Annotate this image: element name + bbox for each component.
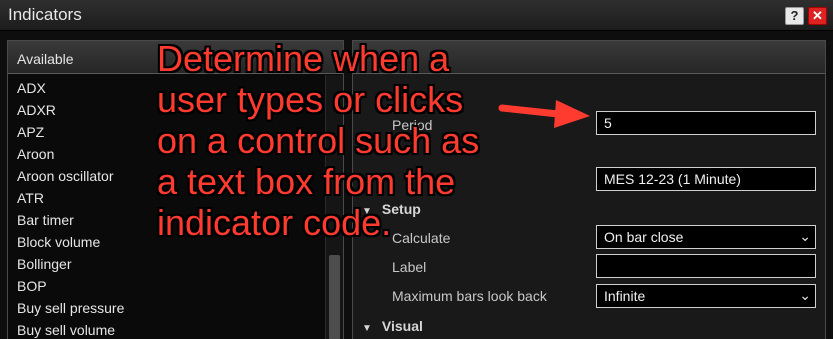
close-button[interactable]: ✕: [808, 7, 827, 25]
chevron-down-icon: ⌄: [799, 228, 811, 244]
list-item[interactable]: Buy sell pressure: [8, 297, 343, 319]
chevron-down-icon: ⌄: [799, 287, 811, 303]
scrollbar-thumb[interactable]: [329, 255, 340, 339]
period-input[interactable]: 5: [596, 111, 816, 135]
input-series-field[interactable]: MES 12-23 (1 Minute): [596, 167, 816, 191]
help-button[interactable]: ?: [785, 7, 804, 25]
triangle-down-icon: ▼: [362, 323, 372, 334]
list-item[interactable]: BOP: [8, 275, 343, 297]
max-bars-label: Maximum bars look back: [392, 288, 547, 304]
annotation-text-content: Determine when a user types or clicks on…: [157, 38, 480, 243]
window-titlebar: Indicators ? ✕: [0, 0, 833, 31]
max-bars-select-value: Infinite: [604, 288, 646, 304]
list-item[interactable]: Bollinger: [8, 253, 343, 275]
arrow-icon: [498, 100, 590, 128]
calculate-select-value: On bar close: [604, 229, 684, 245]
list-item[interactable]: Buy sell volume: [8, 319, 343, 339]
visual-section[interactable]: ▼ Visual: [362, 318, 423, 334]
visual-section-label: Visual: [381, 318, 423, 334]
annotation-text: Determine when a user types or clicks on…: [157, 38, 537, 243]
calculate-select[interactable]: On bar close ⌄: [596, 225, 816, 249]
label-label: Label: [392, 259, 427, 275]
window-title: Indicators: [8, 5, 82, 24]
outer-scroll-edge: [826, 40, 833, 339]
max-bars-select[interactable]: Infinite ⌄: [596, 284, 816, 308]
label-input[interactable]: [596, 254, 816, 278]
